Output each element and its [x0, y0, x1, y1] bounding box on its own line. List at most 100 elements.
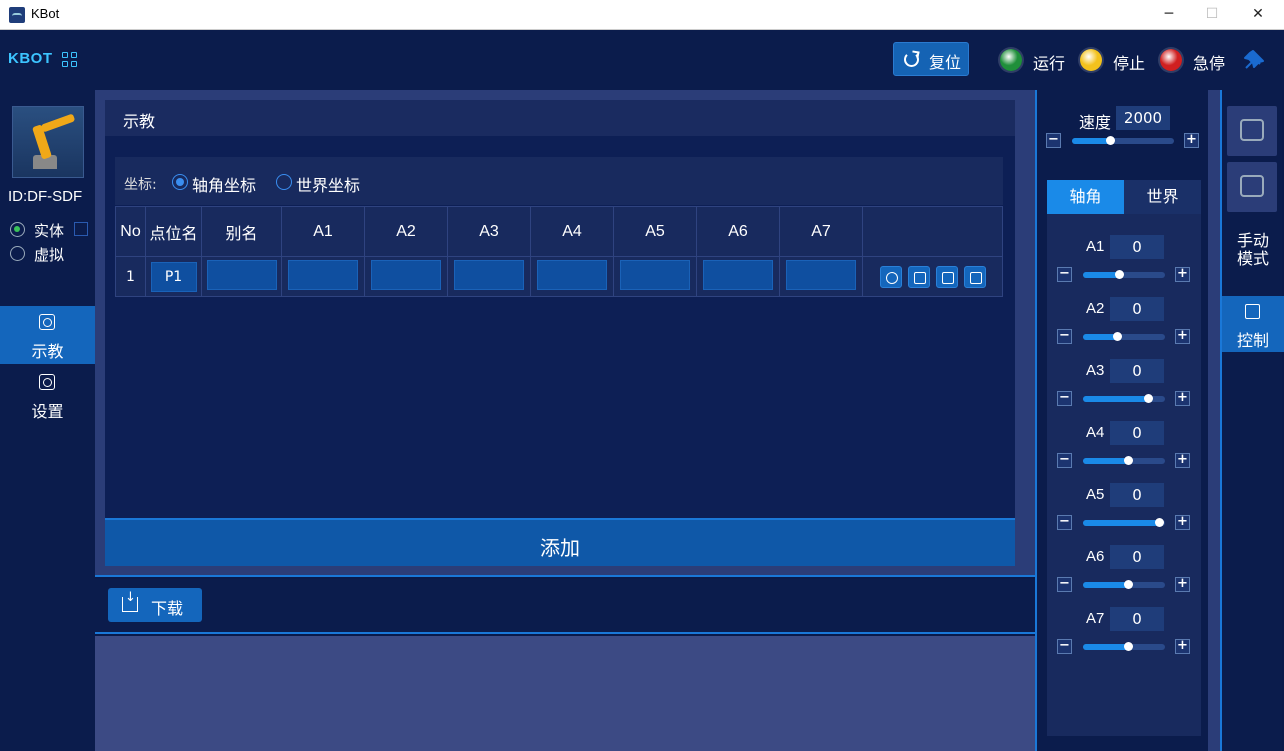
joint-plus-button[interactable]: + — [1175, 453, 1190, 468]
trash-icon[interactable] — [935, 265, 958, 288]
joint-plus-button[interactable]: + — [1175, 267, 1190, 282]
joint-slider[interactable] — [1083, 642, 1165, 651]
speed-slider[interactable] — [1072, 136, 1174, 145]
status-stop-label: 停止 — [1113, 54, 1146, 73]
col-a3: A3 — [447, 206, 531, 257]
alias-field[interactable] — [206, 259, 277, 290]
mode-real-label: 实体 — [34, 222, 65, 240]
joint-plus-button[interactable]: + — [1175, 577, 1190, 592]
sidebar-item-teach-label: 示教 — [31, 342, 64, 361]
maximize-button[interactable]: ☐ — [1189, 0, 1235, 30]
joint-slider[interactable] — [1083, 518, 1165, 527]
joint-value-a4[interactable]: 0 — [1110, 421, 1164, 445]
joint-minus-button[interactable]: − — [1057, 329, 1072, 344]
joint-value-a2[interactable]: 0 — [1110, 297, 1164, 321]
joint-slider-knob[interactable] — [1124, 456, 1134, 465]
pin-icon[interactable] — [1240, 46, 1268, 74]
a7-field[interactable] — [786, 259, 856, 290]
joint-slider-knob[interactable] — [1115, 270, 1125, 279]
speed-value[interactable]: 2000 — [1116, 106, 1170, 130]
grid-icon[interactable] — [62, 52, 78, 68]
a5-field[interactable] — [620, 259, 690, 290]
radio-selected-icon — [172, 174, 188, 190]
mode-virtual-label: 虚拟 — [34, 246, 65, 264]
reset-button[interactable]: 复位 — [893, 42, 969, 76]
estop-indicator-icon — [1160, 49, 1182, 71]
speed-slider-knob[interactable] — [1105, 136, 1115, 145]
row-no: 1 — [115, 256, 146, 297]
a3-field[interactable] — [454, 259, 524, 290]
minimize-button[interactable]: ─ — [1146, 0, 1192, 30]
joint-minus-button[interactable]: − — [1057, 267, 1072, 282]
page-title: 示教 — [123, 112, 156, 131]
points-table: No 点位名 别名 A1 A2 A3 A4 A5 A6 A7 1 P1 — [115, 206, 1003, 297]
joint-slider-knob[interactable] — [1112, 332, 1122, 341]
joint-value-a3[interactable]: 0 — [1110, 359, 1164, 383]
brush-icon[interactable] — [907, 265, 930, 288]
app-header: KBOT 复位 运行 停止 急停 — [0, 30, 1284, 90]
joint-slider-knob[interactable] — [1124, 580, 1134, 589]
joint-slider-knob[interactable] — [1124, 642, 1134, 651]
joint-value-a1[interactable]: 0 — [1110, 235, 1164, 259]
a4-field[interactable] — [537, 259, 607, 290]
tab-joint[interactable]: 轴角 — [1047, 180, 1124, 214]
a2-field[interactable] — [371, 259, 441, 290]
joint-minus-button[interactable]: − — [1057, 515, 1072, 530]
robot-image — [12, 106, 84, 178]
joint-plus-button[interactable]: + — [1175, 639, 1190, 654]
close-button[interactable]: ✕ — [1235, 0, 1281, 30]
speed-minus-button[interactable]: − — [1046, 133, 1061, 148]
joint-slider[interactable] — [1083, 270, 1165, 279]
joint-slider[interactable] — [1083, 332, 1165, 341]
joint-plus-button[interactable]: + — [1175, 515, 1190, 530]
tab-world[interactable]: 世界 — [1124, 180, 1201, 214]
joint-slider[interactable] — [1083, 456, 1165, 465]
joint-slider-knob[interactable] — [1155, 518, 1165, 527]
control-tab[interactable]: 控制 — [1222, 296, 1284, 352]
joint-minus-button[interactable]: − — [1057, 453, 1072, 468]
real-mode-icon — [10, 222, 25, 237]
joint-minus-button[interactable]: − — [1057, 577, 1072, 592]
joint-list: A1 0 − + A2 0 − + A3 0 − + A4 0 − + A5 0 − + A6 0 − + A7 0 − + — [1047, 214, 1201, 736]
manual-mode-label-1: 手动 — [1236, 231, 1269, 250]
joint-minus-button[interactable]: − — [1057, 391, 1072, 406]
joint-label-a6: A6 — [1086, 548, 1105, 565]
joint-label-a4: A4 — [1086, 424, 1105, 441]
joint-value-a5[interactable]: 0 — [1110, 483, 1164, 507]
locate-icon[interactable] — [879, 265, 902, 288]
joint-label-a7: A7 — [1086, 610, 1105, 627]
joint-label-a3: A3 — [1086, 362, 1105, 379]
sidebar-item-settings[interactable]: 设置 — [0, 366, 95, 424]
joint-value-a7[interactable]: 0 — [1110, 607, 1164, 631]
copy-icon[interactable] — [963, 265, 986, 288]
joint-plus-button[interactable]: + — [1175, 329, 1190, 344]
joint-label-a2: A2 — [1086, 300, 1105, 317]
speed-plus-button[interactable]: + — [1184, 133, 1199, 148]
joint-value-a6[interactable]: 0 — [1110, 545, 1164, 569]
col-a7: A7 — [779, 206, 863, 257]
col-actions — [862, 206, 1003, 257]
add-button[interactable]: 添加 — [105, 518, 1015, 566]
joint-slider[interactable] — [1083, 580, 1165, 589]
joint-slider[interactable] — [1083, 394, 1165, 403]
chip-icon[interactable] — [1227, 162, 1277, 212]
joint-plus-button[interactable]: + — [1175, 391, 1190, 406]
speed-label: 速度 — [1079, 113, 1112, 132]
status-run-label: 运行 — [1033, 54, 1066, 73]
a1-field[interactable] — [288, 259, 358, 290]
robot-panel-icon[interactable] — [1227, 106, 1277, 156]
splitter[interactable] — [1208, 90, 1220, 751]
brand-logo: KBOT — [8, 50, 53, 67]
a6-field[interactable] — [703, 259, 773, 290]
mode-real-checkbox[interactable] — [74, 222, 88, 236]
radio-joint-coord-label: 轴角坐标 — [192, 176, 257, 195]
coord-tabs: 轴角 世界 — [1047, 180, 1201, 214]
joint-slider-knob[interactable] — [1143, 394, 1153, 403]
row-actions — [862, 256, 1003, 297]
joint-minus-button[interactable]: − — [1057, 639, 1072, 654]
sidebar-item-teach[interactable]: 示教 — [0, 306, 95, 364]
control-tab-label: 控制 — [1236, 331, 1269, 350]
refresh-icon — [904, 52, 919, 67]
download-button[interactable]: 下载 — [108, 588, 202, 622]
point-name-field[interactable]: P1 — [150, 261, 197, 292]
